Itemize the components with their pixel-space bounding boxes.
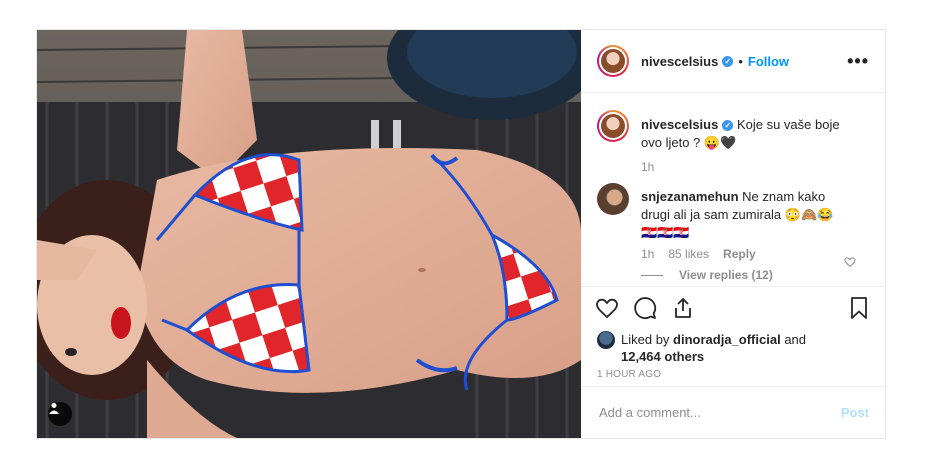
- reply-button[interactable]: Reply: [723, 247, 756, 261]
- view-replies-link[interactable]: View replies (12): [641, 268, 773, 282]
- comment-text-block: snjezanamehun Ne znam kako drugi ali ja …: [641, 188, 846, 242]
- liked-by: Liked by dinoradja_official and 12,464 o…: [597, 331, 806, 365]
- comment-meta: 1h 85 likes Reply: [641, 247, 756, 261]
- comment-icon[interactable]: [633, 296, 657, 320]
- liked-by-prefix: Liked by: [621, 332, 670, 347]
- liked-by-text: Liked by dinoradja_official and 12,464 o…: [621, 331, 806, 365]
- comments-section: nivescelsius ✓ Koje su vaše boje ovo ljet…: [581, 94, 885, 286]
- caption-username[interactable]: nivescelsius: [641, 117, 718, 132]
- follow-button[interactable]: Follow: [748, 54, 789, 69]
- more-options-icon[interactable]: •••: [847, 52, 869, 70]
- post-side-panel: nivescelsius ✓ • Follow ••• nivescelsius…: [581, 30, 885, 438]
- share-icon[interactable]: [671, 296, 695, 320]
- liked-by-others[interactable]: 12,464 others: [621, 349, 704, 364]
- comment-username[interactable]: snjezanamehun: [641, 189, 739, 204]
- user-tag-icon[interactable]: [48, 402, 72, 426]
- liked-by-avatar[interactable]: [597, 331, 615, 349]
- caption-text-block: nivescelsius ✓ Koje su vaše boje ovo ljet…: [641, 116, 861, 176]
- heart-icon[interactable]: [595, 296, 619, 320]
- post-photo[interactable]: [37, 30, 581, 438]
- comment-heart-icon[interactable]: [844, 255, 856, 273]
- photo-illustration: [37, 30, 581, 438]
- commenter-avatar[interactable]: [597, 183, 629, 215]
- liked-by-user[interactable]: dinoradja_official: [673, 332, 781, 347]
- instagram-post: nivescelsius ✓ • Follow ••• nivescelsius…: [36, 29, 886, 439]
- post-comment-button[interactable]: Post: [841, 405, 869, 420]
- add-comment-bar: Post: [581, 386, 885, 438]
- verified-badge-icon: ✓: [722, 120, 734, 132]
- comment-input[interactable]: [597, 404, 841, 421]
- comment-time: 1h: [641, 247, 655, 261]
- verified-badge-icon: ✓: [722, 55, 734, 67]
- caption-time: 1h: [641, 160, 655, 174]
- comment-likes[interactable]: 85 likes: [668, 247, 709, 261]
- author-avatar[interactable]: [597, 45, 629, 77]
- author-username[interactable]: nivescelsius: [641, 54, 718, 69]
- header-separator: •: [738, 53, 743, 69]
- posted-time[interactable]: 1 HOUR AGO: [597, 369, 661, 380]
- caption-avatar[interactable]: [597, 110, 629, 142]
- view-replies-label[interactable]: View replies (12): [679, 268, 773, 282]
- liked-by-joiner: and: [784, 332, 807, 347]
- post-header: nivescelsius ✓ • Follow •••: [581, 30, 885, 93]
- bookmark-icon[interactable]: [847, 296, 871, 320]
- post-actions: Liked by dinoradja_official and 12,464 o…: [581, 286, 885, 386]
- replies-divider: [641, 274, 663, 276]
- action-icons: [595, 296, 695, 320]
